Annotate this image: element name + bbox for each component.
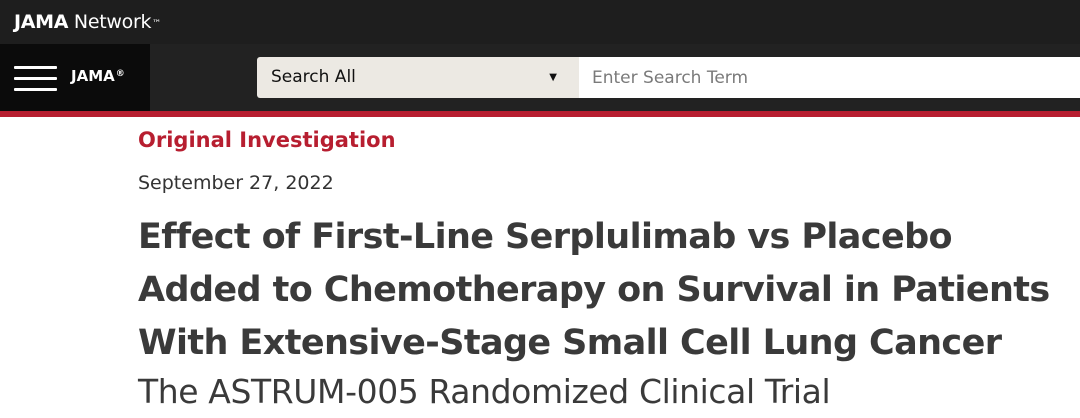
search-scope-dropdown[interactable]: Search All ▼ [257,57,579,98]
journal-logo[interactable]: JAMA® [71,66,125,86]
accent-divider [0,111,1080,117]
search-scope-label: Search All [271,67,356,87]
search-input[interactable] [579,57,1080,98]
journal-name-text: JAMA [71,67,115,85]
article-title-line: With Extensive-Stage Small Cell Lung Can… [138,323,1002,363]
chevron-down-icon: ▼ [549,72,557,83]
article-title-line: Effect of First-Line Serplulimab vs Plac… [138,217,953,257]
brand-light-text: Network [68,11,152,33]
brand-trademark: ™ [152,19,161,29]
brand-bold-text: JAMA [14,11,69,33]
publication-date: September 27, 2022 [138,172,334,194]
main-menu-button[interactable]: JAMA® [0,44,150,111]
top-brand-bar: JAMA Network™ [0,0,1080,44]
article-type-label[interactable]: Original Investigation [138,126,396,154]
article-title-line: Added to Chemotherapy on Survival in Pat… [138,270,1050,310]
article-title: Effect of First-Line Serplulimab vs Plac… [138,211,1058,370]
hamburger-menu-icon[interactable] [14,66,57,92]
article-subtitle: The ASTRUM-005 Randomized Clinical Trial [138,372,831,411]
jama-network-logo[interactable]: JAMA Network™ [14,10,161,34]
navigation-bar: JAMA® Search All ▼ [0,44,1080,111]
journal-registered-mark: ® [115,69,125,79]
